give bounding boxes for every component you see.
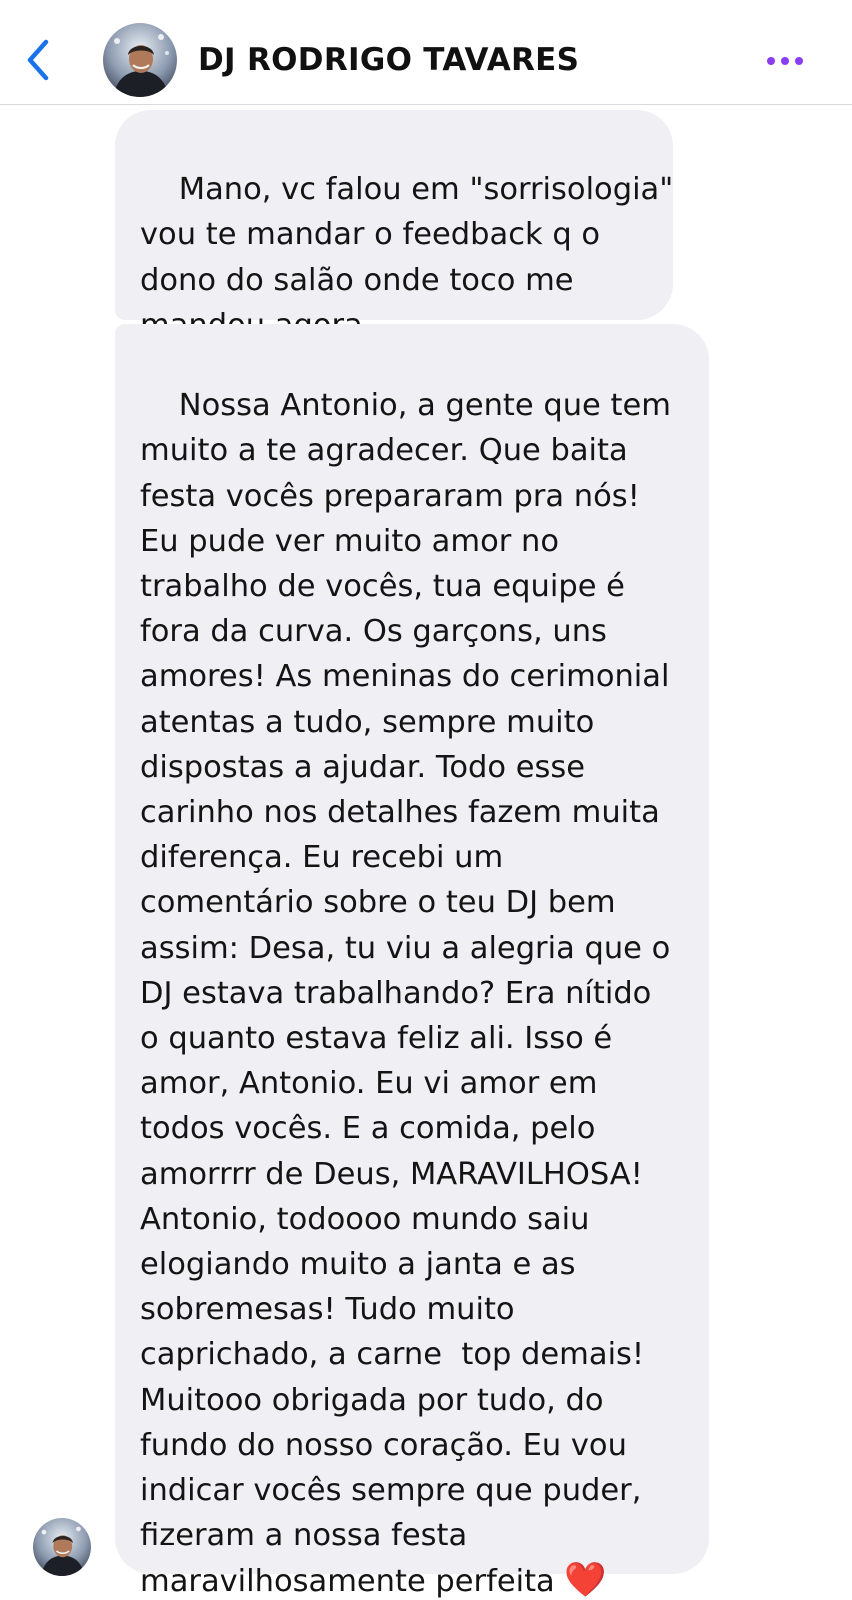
back-button[interactable]	[18, 36, 58, 84]
avatar-photo	[33, 1518, 91, 1576]
chat-screen: DJ RODRIGO TAVARES Mano, vc falou em "so…	[0, 0, 852, 1600]
more-horizontal-icon	[767, 57, 775, 65]
chevron-left-icon	[27, 39, 49, 81]
avatar-photo	[103, 23, 177, 97]
contact-name[interactable]: DJ RODRIGO TAVARES	[198, 40, 579, 80]
avatar[interactable]	[103, 23, 177, 97]
message-bubble[interactable]: Nossa Antonio, a gente que tem muito a t…	[115, 324, 709, 1600]
message-bubble[interactable]: Mano, vc falou em "sorrisologia" vou te …	[115, 110, 673, 343]
sender-avatar[interactable]	[33, 1518, 91, 1576]
message-text: Mano, vc falou em "sorrisologia" vou te …	[140, 172, 674, 343]
message-text: Nossa Antonio, a gente que tem muito a t…	[140, 388, 671, 1600]
heart-emoji: ❤️	[564, 1560, 607, 1600]
more-dot	[795, 57, 803, 65]
more-options-button[interactable]	[760, 46, 810, 76]
chat-header: DJ RODRIGO TAVARES	[0, 0, 852, 105]
more-dot	[781, 57, 789, 65]
